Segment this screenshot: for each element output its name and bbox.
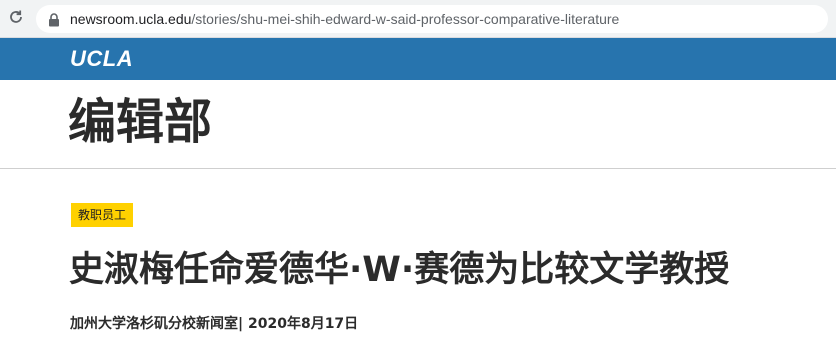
url-path: /stories/shu-mei-shih-edward-w-said-prof…: [191, 11, 620, 27]
category-badge[interactable]: 教职员工: [71, 203, 134, 227]
browser-address-bar: newsroom.ucla.edu/stories/shu-mei-shih-e…: [0, 0, 836, 38]
reload-button[interactable]: [6, 9, 26, 29]
lock-icon: [48, 12, 60, 27]
url-host: newsroom.ucla.edu: [70, 11, 192, 27]
site-header: UCLA: [0, 38, 836, 80]
article-byline: 加州大学洛杉矶分校新闻室| 2020年8月17日: [70, 316, 359, 332]
url-bar[interactable]: newsroom.ucla.edu/stories/shu-mei-shih-e…: [36, 5, 828, 33]
divider: [0, 168, 836, 169]
reload-icon: [8, 9, 24, 29]
url-text: newsroom.ucla.edu/stories/shu-mei-shih-e…: [70, 10, 619, 28]
ucla-logo[interactable]: UCLA: [70, 46, 133, 72]
section-title: 编辑部: [68, 94, 213, 150]
article-headline: 史淑梅任命爱德华·W·赛德为比较文学教授: [69, 250, 730, 290]
